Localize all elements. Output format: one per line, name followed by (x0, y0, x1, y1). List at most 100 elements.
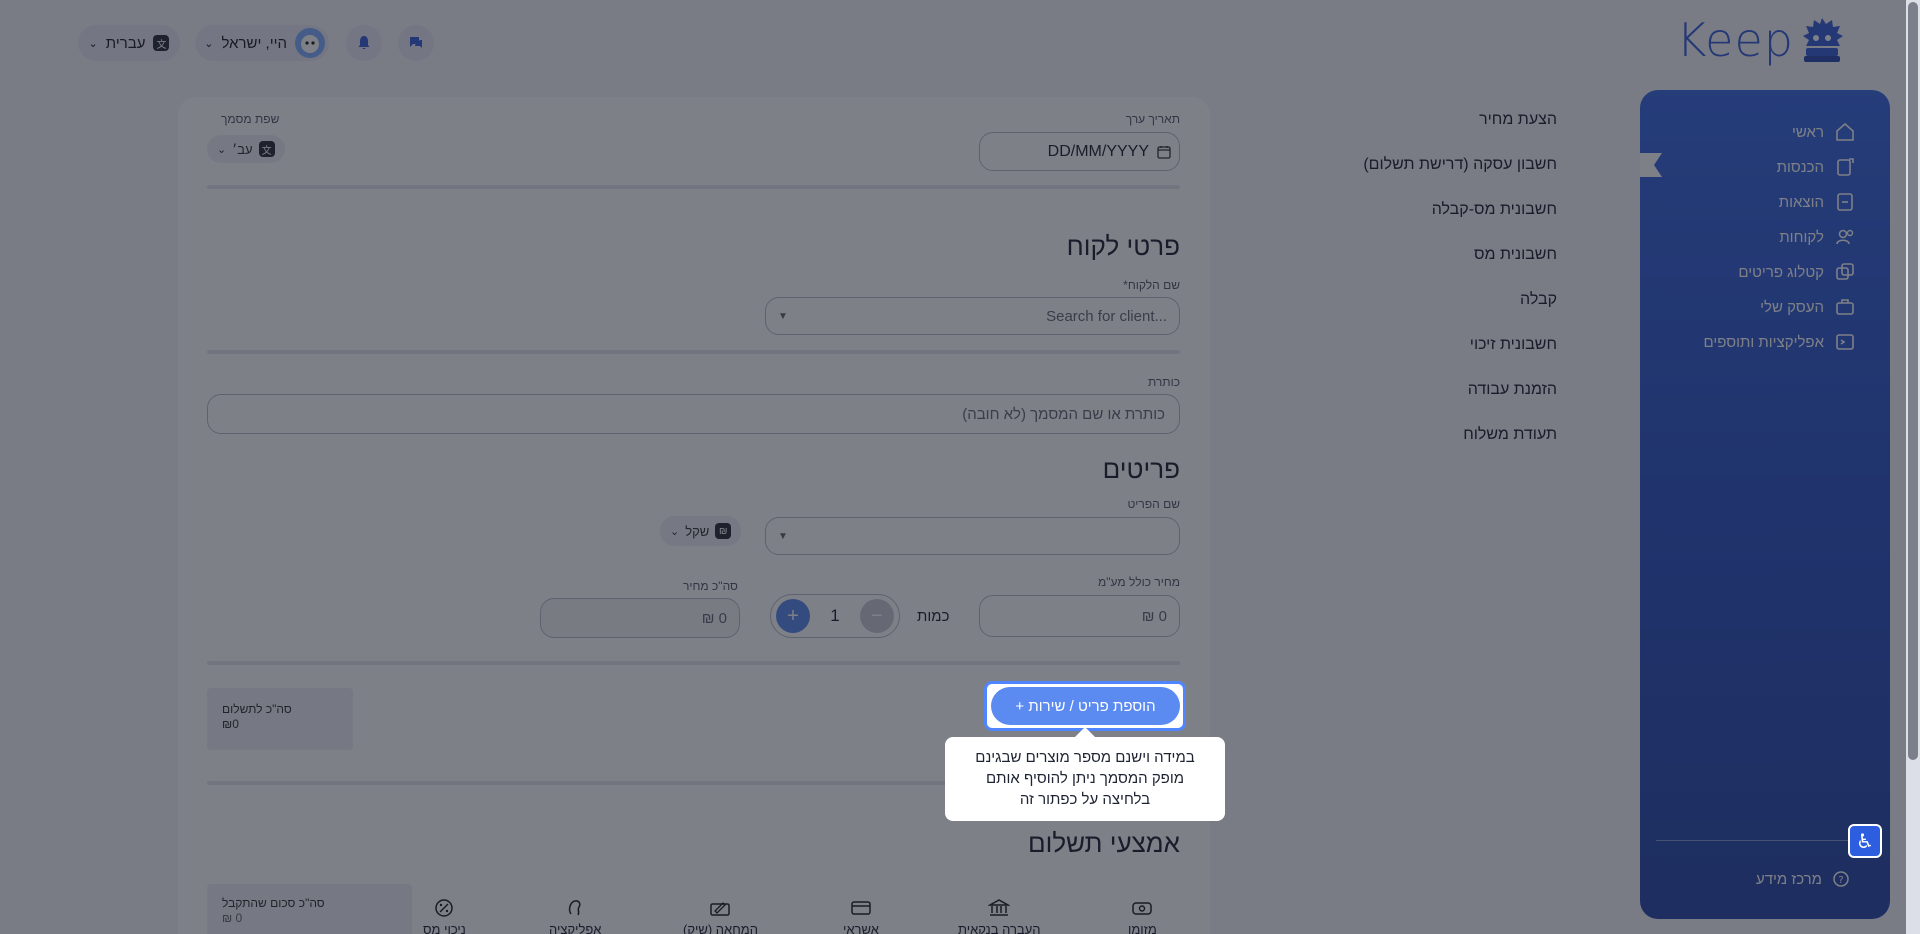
chevron-down-icon: ⌄ (670, 525, 680, 538)
sidebar-item-expenses[interactable]: הוצאות (1779, 190, 1856, 214)
dropdown-arrow-icon: ▼ (778, 310, 788, 322)
payment-method-check[interactable]: המחאה (שיק) (683, 898, 758, 934)
total-to-pay-box: סה"כ לתשלום ₪0 (207, 688, 353, 750)
app-payment-icon (569, 900, 581, 916)
wheelchair-icon: ♿ (1856, 830, 1874, 853)
section-divider (207, 350, 1180, 354)
doc-type-tax-invoice[interactable]: חשבונית מס (1474, 246, 1557, 264)
brand-logo[interactable]: Keep (1676, 16, 1844, 64)
doc-type-credit-invoice[interactable]: חשבונית זיכוי (1470, 336, 1557, 354)
active-item-indicator (1640, 153, 1662, 177)
language-icon: 文 (153, 35, 170, 51)
customer-section-title: פרטי לקוח (1066, 231, 1180, 261)
sidebar-item-income[interactable]: הכנסות (1777, 155, 1856, 179)
quantity-value: 1 (830, 606, 840, 625)
sidebar-item-label: אפליקציות ותוספים (1703, 333, 1824, 351)
decrement-button[interactable]: − (860, 599, 894, 633)
payment-method-label: אפליקציה (549, 922, 602, 934)
dropdown-arrow-icon: ▼ (778, 530, 788, 542)
user-menu[interactable]: ⌄ היי, ישראל (195, 25, 329, 61)
accessibility-button[interactable]: ♿ (1848, 824, 1882, 858)
tooltip-line: בלחיצה על כפתור זה (1019, 791, 1151, 808)
customer-search-input[interactable]: ▼ Search for client... (765, 297, 1180, 335)
doc-language-selector[interactable]: ⌄ עב׳ 文 (207, 135, 285, 163)
tax-deduction-icon (435, 899, 454, 917)
item-name-input[interactable]: ▼ (765, 517, 1180, 555)
price-input[interactable]: ₪ 0 (979, 595, 1180, 637)
date-value: DD/MM/YYYY (1047, 142, 1149, 160)
payment-method-label: המחאה (שיק) (683, 922, 758, 934)
item-name-label: שם הפריט (1127, 497, 1180, 511)
payment-method-label: ניכוי מס (423, 922, 466, 934)
sidebar-item-my-business[interactable]: העסק שלי (1760, 295, 1856, 319)
sidebar-item-catalog[interactable]: קטלוג פריטים (1738, 260, 1856, 284)
title-label: כותרת (1147, 375, 1180, 389)
total-received-value: ₪ 0 (222, 911, 243, 925)
bell-icon (358, 36, 370, 50)
doc-type-price-quote[interactable]: הצעת מחיר (1479, 111, 1557, 129)
title-placeholder: (לא חובה) כותרת או שם המסמך (962, 405, 1165, 423)
chat-icon (410, 37, 422, 48)
sidebar: ראשי הכנסות הוצאות לקוחות קטלוג פריטים ה… (1640, 90, 1890, 919)
payment-method-label: אשראי (843, 922, 879, 934)
doc-language-value: עב׳ (232, 141, 253, 157)
credit-card-icon (851, 901, 871, 915)
chat-button[interactable] (398, 25, 434, 61)
notifications-button[interactable] (346, 25, 382, 61)
sidebar-item-label: לקוחות (1779, 228, 1824, 246)
total-received-box: סה"כ סכום שהתקבל ₪ 0 (207, 884, 412, 934)
sidebar-divider (1656, 840, 1874, 841)
section-divider (207, 185, 1180, 189)
user-greeting: היי, ישראל (221, 34, 287, 52)
title-input[interactable]: (לא חובה) כותרת או שם המסמך (207, 394, 1180, 434)
sidebar-item-home[interactable]: ראשי (1792, 120, 1856, 144)
check-icon (710, 902, 731, 916)
catalog-icon (1836, 263, 1854, 280)
payment-section-title: אמצעי תשלום (1027, 828, 1180, 858)
payment-method-app[interactable]: אפליקציה (549, 898, 601, 934)
chevron-down-icon: ⌄ (217, 143, 227, 156)
line-total-input: ₪ 0 (540, 598, 740, 638)
payment-method-cash[interactable]: מזומן (1128, 898, 1157, 934)
help-center-label: מרכז מידע (1755, 870, 1822, 888)
doc-language-label: שפת מסמך (221, 112, 280, 126)
doc-type-work-order[interactable]: הזמנת עבודה (1468, 381, 1557, 399)
tooltip-line: מופק המסמך ניתן להוסיף אותם (985, 770, 1185, 787)
hedgehog-logo-icon (1803, 18, 1843, 62)
bank-icon (988, 899, 1011, 916)
help-icon: ? (1833, 871, 1849, 887)
doc-type-delivery-note[interactable]: תעודת משלוח (1463, 426, 1557, 444)
payment-method-bank-transfer[interactable]: העברה בנקאית (958, 898, 1041, 934)
add-item-button[interactable]: + הוספת פריט / שירות (991, 687, 1180, 725)
total-received-label: סה"כ סכום שהתקבל (222, 896, 325, 910)
payment-method-tax-deduction[interactable]: ניכוי מס (423, 898, 466, 934)
expenses-icon (1837, 193, 1853, 211)
date-input[interactable]: DD/MM/YYYY (979, 132, 1180, 171)
currency-selector[interactable]: ⌄ שקל ₪ (660, 516, 742, 546)
customer-name-label: *שם הלקוח (1123, 278, 1180, 292)
sidebar-item-label: העסק שלי (1760, 298, 1824, 316)
items-section-title: פריטים (1102, 454, 1180, 484)
line-total-value: ₪ 0 (701, 609, 727, 627)
doc-type-tax-invoice-receipt[interactable]: חשבונית מס-קבלה (1432, 201, 1557, 219)
help-center-link[interactable]: מרכז מידע ? (1756, 870, 1850, 888)
apps-icon (1836, 334, 1854, 350)
scrollbar-thumb[interactable] (1908, 2, 1918, 760)
doc-type-transaction-account[interactable]: חשבון עסקה (דרישת תשלום) (1363, 156, 1557, 174)
sidebar-item-apps[interactable]: אפליקציות ותוספים (1703, 330, 1856, 354)
shekel-icon: ₪ (715, 523, 732, 539)
quantity-stepper[interactable]: + 1 − (770, 594, 900, 638)
price-value: ₪ 0 (1141, 607, 1167, 625)
language-selector[interactable]: ⌄ עברית 文 (78, 25, 180, 61)
sidebar-item-clients[interactable]: לקוחות (1779, 225, 1856, 249)
chevron-down-icon: ⌄ (204, 37, 214, 50)
customer-search-placeholder: Search for client... (1046, 307, 1167, 325)
quantity-label: כמות (917, 608, 950, 625)
total-to-pay-label: סה"כ לתשלום (222, 702, 292, 716)
payment-method-label: מזומן (1128, 922, 1157, 934)
increment-button[interactable]: + (776, 599, 810, 633)
payment-method-credit[interactable]: אשראי (843, 898, 879, 934)
doc-type-receipt[interactable]: קבלה (1520, 291, 1557, 309)
avatar (295, 28, 325, 58)
language-label: עברית (105, 34, 146, 52)
